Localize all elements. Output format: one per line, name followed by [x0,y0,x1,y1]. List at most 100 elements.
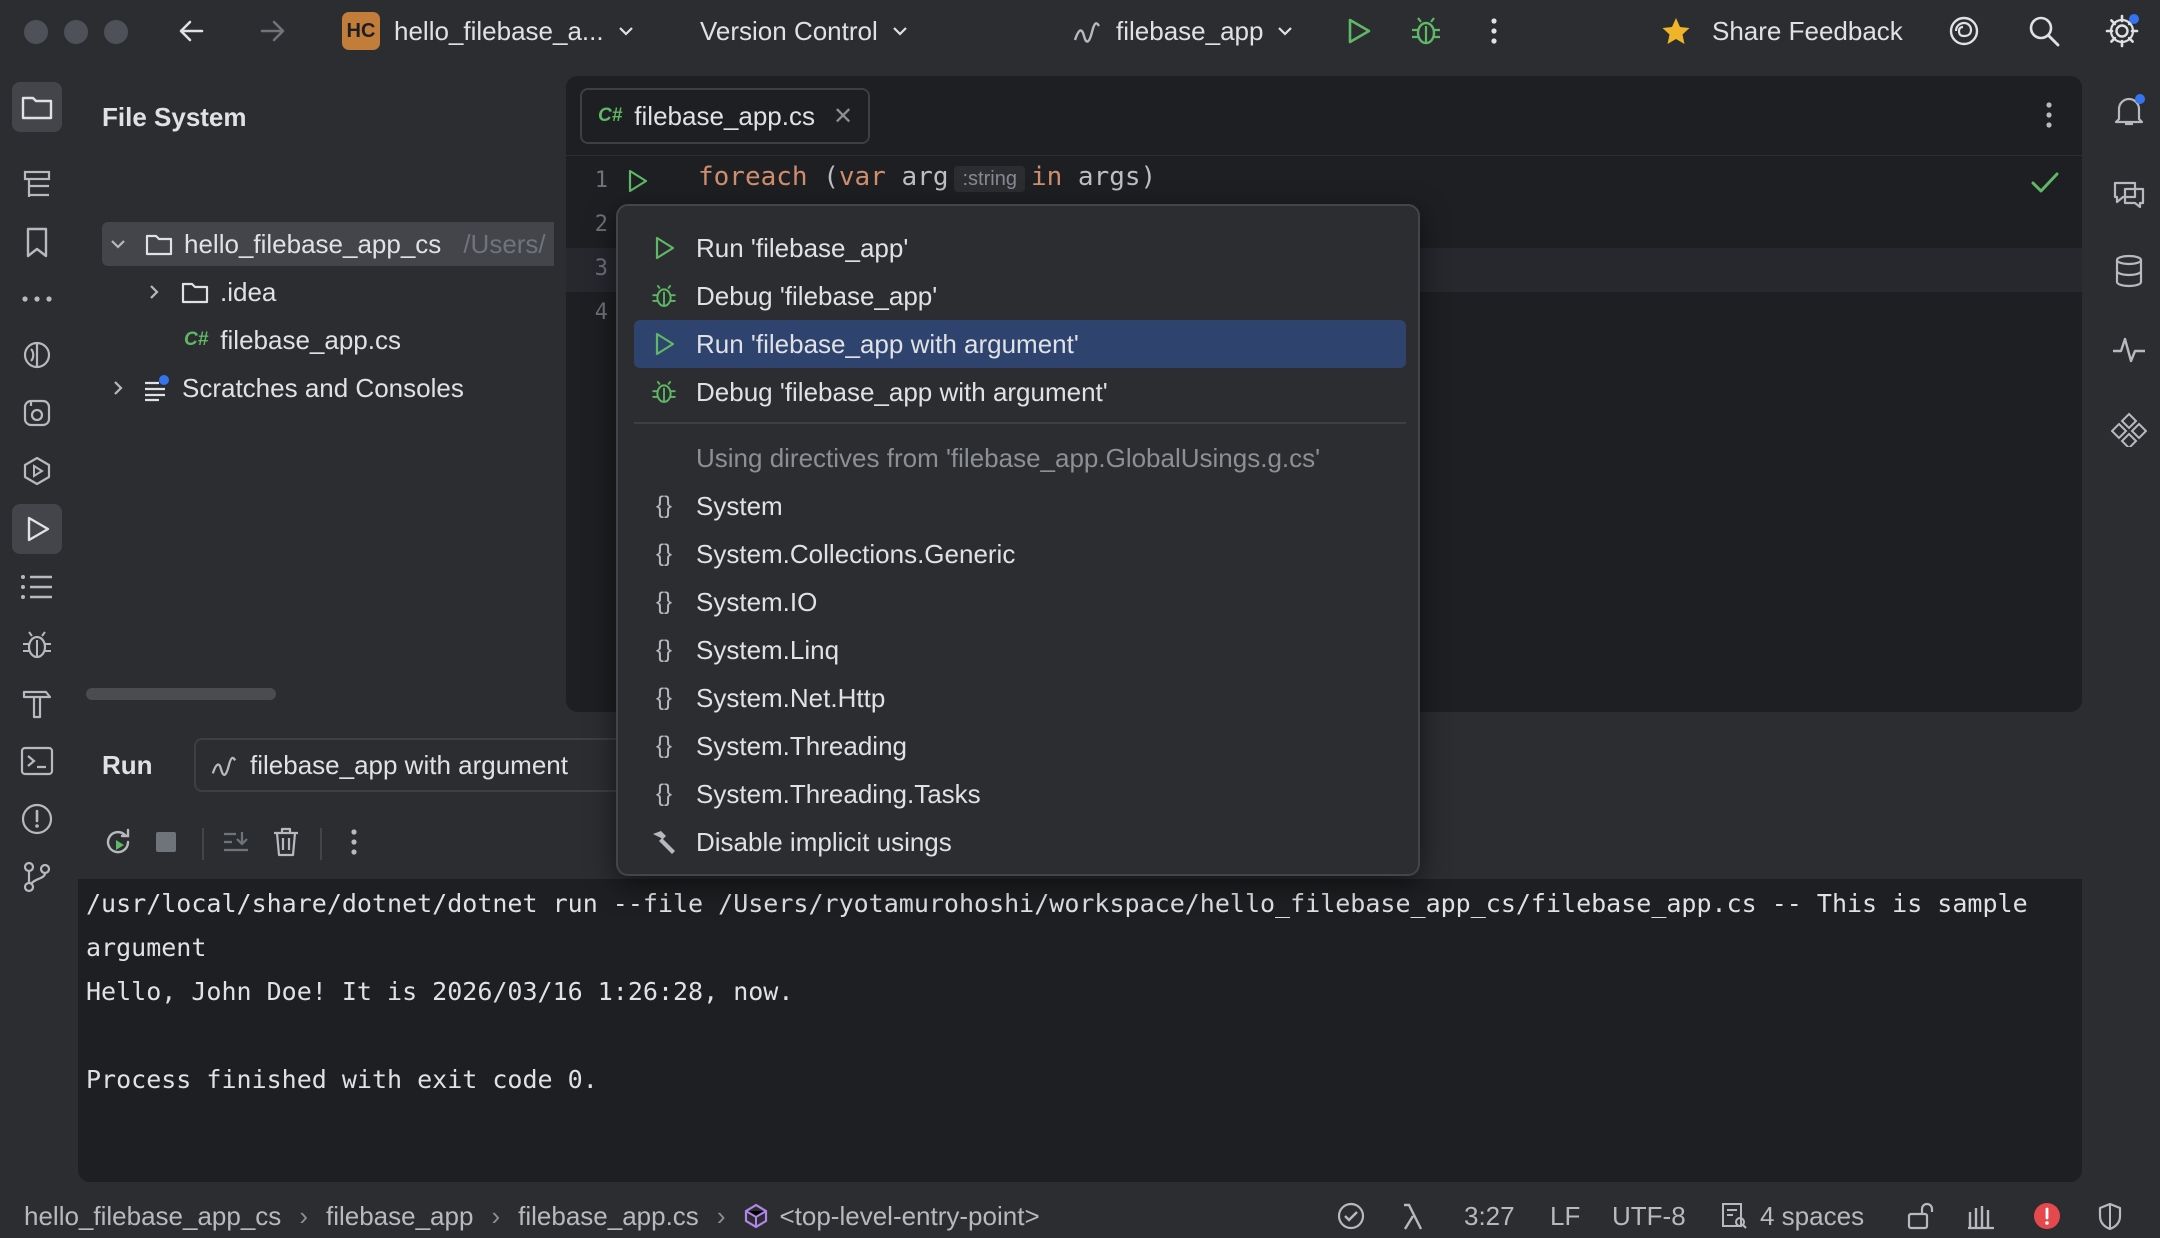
memory-indicator-icon[interactable] [1966,1194,1996,1238]
bug-icon [23,631,51,659]
line-separator[interactable]: LF [1550,1194,1580,1238]
gutter-context-popup: Run 'filebase_app' Debug 'filebase_app' … [616,204,1420,876]
menu-item-run-filebase-app[interactable]: Run 'filebase_app' [634,224,1406,272]
tree-item-scratches[interactable]: Scratches and Consoles [78,366,554,410]
checkmark-icon [2030,170,2060,201]
chevron-down-icon [1278,27,1293,36]
indent-setting[interactable]: 4 spaces [1720,1194,1864,1238]
gutter-run-icon[interactable] [624,168,650,199]
nuget-button[interactable] [2104,404,2154,454]
file-system-tool-button[interactable] [12,82,62,132]
keyword-in: in [1030,162,1063,192]
run-config-selector[interactable]: filebase_app [1072,0,1295,62]
chevron-down-icon [111,240,125,249]
window-zoom-button[interactable] [104,20,128,44]
notifications-button[interactable] [2104,86,2154,136]
monitoring-button[interactable] [2104,324,2154,374]
menu-item-label: System.IO [696,586,818,617]
ai-assistant-icon[interactable] [1946,13,1982,49]
list-icon [21,575,52,599]
git-tool-button[interactable] [12,852,62,902]
menu-item-disable-implicit-usings[interactable]: Disable implicit usings [634,818,1406,866]
rerun-icon[interactable] [100,824,136,860]
debug-tool-button[interactable] [12,620,62,670]
tree-item-label: Scratches and Consoles [182,372,464,403]
problems-tool-button[interactable] [12,794,62,844]
run-tab-filebase-app-with-argument[interactable]: filebase_app with argument [194,738,634,792]
left-tool-strip [0,62,74,1182]
stop-icon[interactable] [148,824,184,860]
horizontal-scrollbar[interactable] [86,688,276,700]
todo-tool-button[interactable] [12,562,62,612]
run-icon [646,230,682,266]
error-indicator-icon[interactable] [2032,1194,2062,1238]
file-encoding[interactable]: UTF-8 [1612,1194,1686,1238]
build-tool-button[interactable] [12,678,62,728]
window-close-button[interactable] [24,20,48,44]
project-badge: HC [342,12,380,50]
close-icon[interactable]: ✕ [833,102,853,131]
terminal-tool-button[interactable] [12,736,62,786]
debug-icon[interactable] [1408,13,1444,49]
more-horizontal-icon [22,296,52,302]
tree-item-project-root[interactable]: hello_filebase_app_cs /Users/ [102,222,554,266]
unlock-icon[interactable] [1906,1194,1934,1238]
menu-item-using-system-collections-generic[interactable]: {} System.Collections.Generic [634,530,1406,578]
settings-gear-icon[interactable] [2104,13,2140,49]
shield-icon[interactable] [2096,1194,2124,1238]
right-tool-strip [2100,62,2160,1182]
tree-item-filebase-app-cs[interactable]: C# filebase_app.cs [78,318,554,362]
code-line-1[interactable]: foreach (var arg:string in args) [698,162,1156,192]
more-vertical-icon[interactable] [336,824,372,860]
forward-arrow-icon[interactable] [254,13,290,49]
console-output[interactable]: /usr/local/share/dotnet/dotnet run --fil… [86,882,2076,1102]
inspection-status-icon[interactable] [1336,1194,1366,1238]
structure-tool-button[interactable] [12,160,62,210]
breadcrumb-item[interactable]: <top-level-entry-point> [779,1201,1039,1232]
scroll-to-end-icon[interactable] [218,824,254,860]
csharp-file-icon: C# [598,105,623,126]
more-vertical-icon[interactable] [1476,13,1512,49]
menu-item-using-system-linq[interactable]: {} System.Linq [634,626,1406,674]
back-arrow-icon[interactable] [174,13,210,49]
lambda-icon[interactable] [1400,1194,1426,1238]
window-minimize-button[interactable] [64,20,88,44]
version-control-menu[interactable]: Version Control [700,0,910,62]
bookmarks-tool-button[interactable] [12,218,62,268]
breadcrumb-item[interactable]: filebase_app [326,1201,473,1232]
menu-item-using-system-threading-tasks[interactable]: {} System.Threading.Tasks [634,770,1406,818]
menu-item-debug-filebase-app[interactable]: Debug 'filebase_app' [634,272,1406,320]
tab-label: filebase_app.cs [634,100,815,131]
breadcrumb-item[interactable]: filebase_app.cs [518,1201,699,1232]
run-icon[interactable] [1340,13,1376,49]
share-feedback-button[interactable]: Share Feedback [1660,0,1903,62]
more-tools-button[interactable] [12,274,62,324]
breadcrumb-item[interactable]: hello_filebase_app_cs [24,1201,281,1232]
breadcrumb: hello_filebase_app_cs › filebase_app › f… [24,1194,1040,1238]
chevron-right-icon: › [491,1200,501,1231]
run-tool-button[interactable] [12,504,62,554]
more-vertical-icon[interactable] [2044,100,2054,135]
chevron-right-icon: › [716,1200,726,1231]
menu-item-using-system-threading[interactable]: {} System.Threading [634,722,1406,770]
chevron-down-icon [618,27,633,36]
namespace-icon: {} [655,684,673,711]
menu-item-using-system-io[interactable]: {} System.IO [634,578,1406,626]
database-button[interactable] [2104,246,2154,296]
editor-tab-filebase-app-cs[interactable]: C# filebase_app.cs ✕ [580,88,870,144]
project-selector[interactable]: HC hello_filebase_a... [342,0,636,62]
trash-icon[interactable] [268,824,304,860]
caret-position[interactable]: 3:27 [1464,1194,1515,1238]
dotcover-tool-button[interactable] [12,388,62,438]
menu-item-label: Debug 'filebase_app' [696,280,938,311]
dpa-tool-button[interactable] [12,330,62,380]
menu-item-debug-filebase-app-with-argument[interactable]: Debug 'filebase_app with argument' [634,368,1406,416]
ai-chat-button[interactable] [2104,168,2154,218]
menu-item-using-system[interactable]: {} System [634,482,1406,530]
tree-item-idea[interactable]: .idea [78,270,554,314]
services-tool-button[interactable] [12,446,62,496]
search-icon[interactable] [2026,13,2062,49]
menu-item-run-filebase-app-with-argument[interactable]: Run 'filebase_app with argument' [634,320,1406,368]
folder-icon [181,282,209,304]
menu-item-using-system-net-http[interactable]: {} System.Net.Http [634,674,1406,722]
